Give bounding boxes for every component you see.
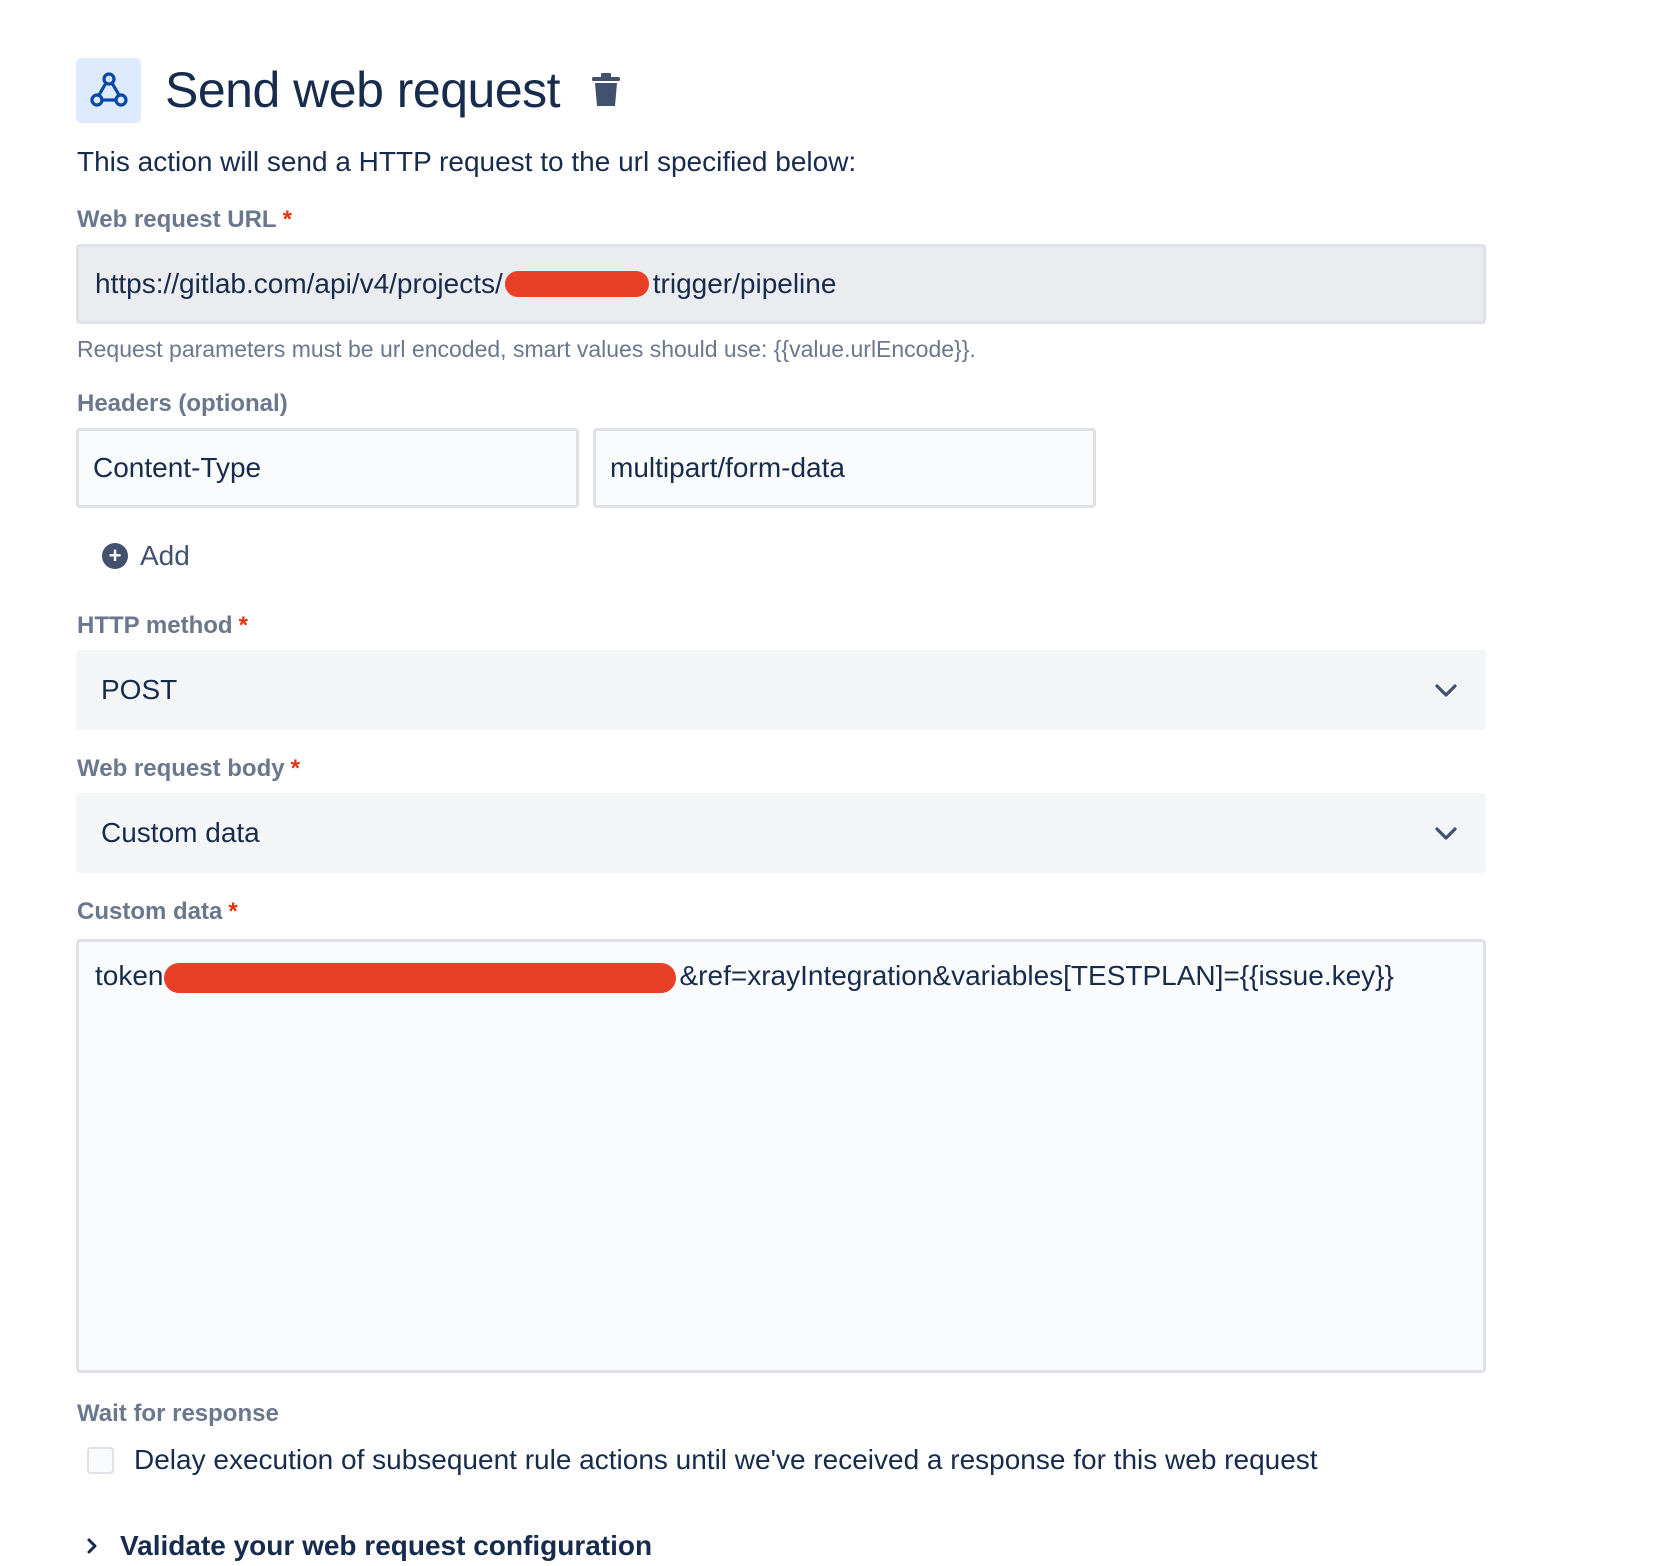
- custom-data-label: Custom data *: [77, 898, 238, 926]
- plus-circle-icon: +: [102, 543, 128, 569]
- url-label-text: Web request URL: [77, 206, 277, 233]
- header-key-input[interactable]: Content-Type: [76, 428, 579, 508]
- headers-label: Headers (optional): [77, 390, 288, 417]
- add-header-label: Add: [140, 540, 190, 571]
- body-selected: Custom data: [101, 817, 260, 848]
- http-method-label-text: HTTP method: [77, 612, 233, 639]
- webhook-icon: [76, 57, 141, 123]
- required-mark: *: [290, 755, 300, 782]
- chevron-down-icon: [1435, 684, 1457, 697]
- panel-header: Send web request: [76, 57, 624, 123]
- add-header-button[interactable]: + Add: [102, 538, 190, 574]
- wait-checkbox-label: Delay execution of subsequent rule actio…: [134, 1444, 1318, 1475]
- custom-data-suffix: &ref=xrayIntegration&variables[TESTPLAN]…: [679, 960, 1394, 991]
- required-mark: *: [228, 898, 238, 925]
- chevron-right-icon: [87, 1538, 97, 1554]
- web-request-body-select[interactable]: Custom data: [76, 793, 1486, 873]
- wait-for-response-label: Wait for response: [77, 1400, 279, 1427]
- custom-data-prefix: token: [95, 960, 164, 991]
- web-request-url-input[interactable]: https://gitlab.com/api/v4/projects/trigg…: [76, 244, 1486, 324]
- send-web-request-panel: Send web request This action will send a…: [0, 0, 1676, 1566]
- http-method-select[interactable]: POST: [76, 650, 1486, 730]
- chevron-down-icon: [1435, 827, 1457, 840]
- body-label-text: Web request body: [77, 755, 285, 782]
- redaction-mark: [163, 962, 676, 993]
- custom-data-textarea[interactable]: token &ref=xrayIntegration&variables[TEST…: [76, 939, 1486, 1373]
- header-value-input[interactable]: multipart/form-data: [593, 428, 1096, 508]
- trash-icon[interactable]: [588, 70, 624, 110]
- url-field-label: Web request URL *: [77, 206, 292, 234]
- validate-config-toggle[interactable]: Validate your web request configuration: [82, 1530, 652, 1562]
- url-value-suffix: trigger/pipeline: [652, 268, 837, 299]
- required-mark: *: [282, 206, 292, 233]
- body-label: Web request body *: [77, 755, 300, 783]
- validate-label: Validate your web request configuration: [120, 1530, 653, 1561]
- page-title: Send web request: [165, 62, 561, 118]
- http-method-selected: POST: [101, 674, 178, 705]
- url-value-prefix: https://gitlab.com/api/v4/projects/: [95, 268, 503, 299]
- custom-data-label-text: Custom data: [77, 898, 223, 925]
- wait-for-response-checkbox[interactable]: [87, 1446, 114, 1474]
- redaction-mark: [504, 271, 649, 297]
- wait-for-response-option[interactable]: Delay execution of subsequent rule actio…: [87, 1444, 1318, 1476]
- action-description: This action will send a HTTP request to …: [77, 146, 857, 177]
- required-mark: *: [238, 612, 248, 639]
- http-method-label: HTTP method *: [77, 612, 248, 640]
- url-hint-text: Request parameters must be url encoded, …: [77, 336, 976, 362]
